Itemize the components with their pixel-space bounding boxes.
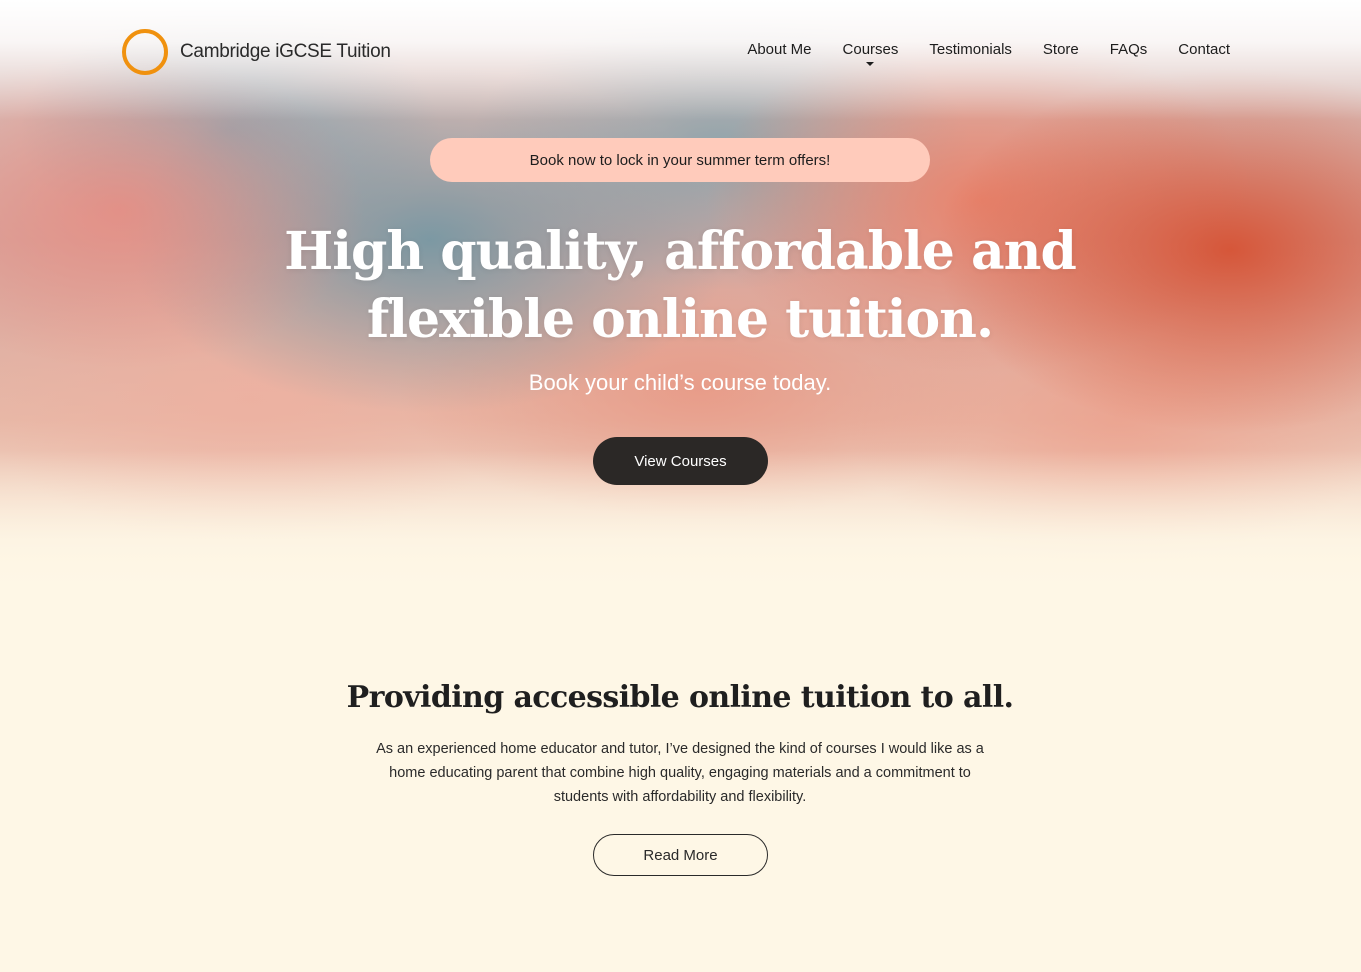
ring-logo-icon xyxy=(122,29,168,75)
read-more-button[interactable]: Read More xyxy=(593,834,768,876)
nav-about-me[interactable]: About Me xyxy=(747,40,811,60)
hero-title: High quality, affordable and flexible on… xyxy=(284,221,1077,350)
logo-text: Cambridge iGCSE Tuition xyxy=(180,41,391,62)
nav-courses-label: Courses xyxy=(842,41,899,58)
caret-down-icon[interactable] xyxy=(866,62,875,66)
nav-contact[interactable]: Contact xyxy=(1178,40,1230,60)
about-title: Providing accessible online tuition to a… xyxy=(346,680,1014,715)
view-courses-button[interactable]: View Courses xyxy=(593,437,768,485)
about-body: As an experienced home educator and tuto… xyxy=(376,741,984,805)
site-logo[interactable]: Cambridge iGCSE Tuition xyxy=(122,29,391,75)
nav-faqs[interactable]: FAQs xyxy=(1110,40,1148,60)
nav-testimonials[interactable]: Testimonials xyxy=(929,40,1012,60)
main-nav: About Me Courses Testimonials Store FAQs… xyxy=(716,40,1230,66)
nav-store[interactable]: Store xyxy=(1043,40,1079,60)
page: Cambridge iGCSE Tuition About Me Courses… xyxy=(0,0,1361,972)
nav-courses[interactable]: Courses xyxy=(842,40,899,66)
hero-subtitle: Book your child’s course today. xyxy=(528,370,832,395)
promo-banner[interactable]: Book now to lock in your summer term off… xyxy=(430,138,930,182)
